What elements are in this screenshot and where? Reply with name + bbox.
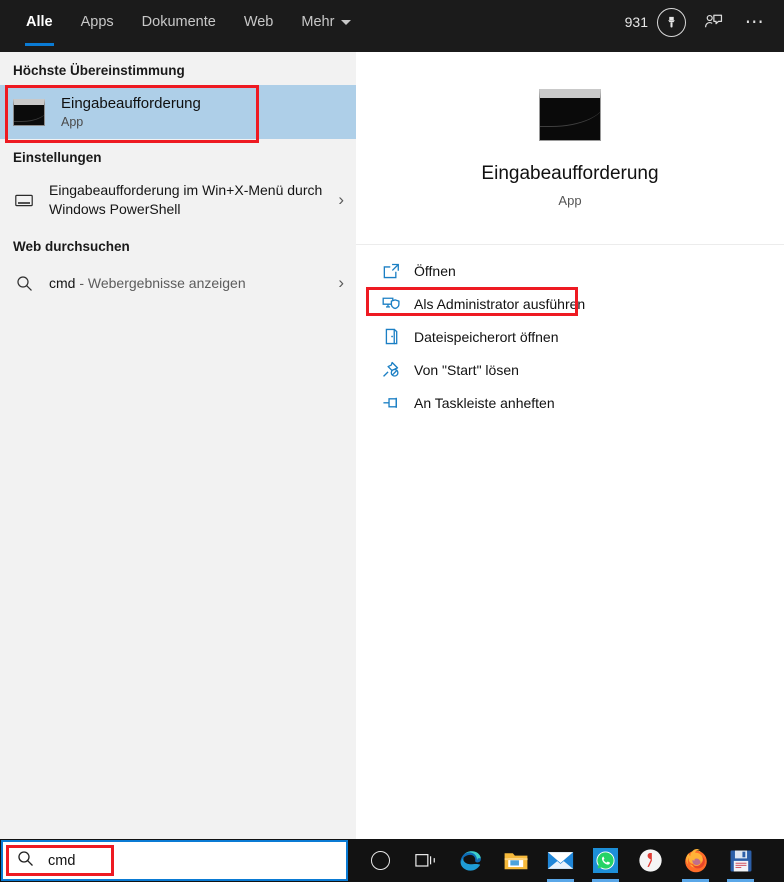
shield-admin-icon [378, 296, 404, 312]
action-run-as-administrator[interactable]: Als Administrator ausführen [356, 287, 784, 320]
tab-web[interactable]: Web [230, 0, 288, 44]
section-best-match-label: Höchste Übereinstimmung [13, 63, 185, 78]
preview-app-type: App [558, 192, 582, 208]
ellipsis-icon[interactable]: ⋯ [740, 8, 770, 36]
console-window-icon [13, 98, 45, 126]
web-search-result[interactable]: cmd - Webergebnisse anzeigen › [0, 261, 356, 305]
header-tabs: Alle Apps Dokumente Web Mehr [0, 0, 365, 46]
mail-icon[interactable] [538, 839, 583, 882]
web-search-suffix: - Webergebnisse anzeigen [75, 275, 246, 291]
action-label: Von "Start" lösen [414, 361, 519, 378]
web-search-label: cmd - Webergebnisse anzeigen [49, 275, 332, 291]
preview-pane: Eingabeaufforderung App Öffnen Als Admin… [356, 52, 784, 839]
app-preview-header: Eingabeaufforderung App [356, 52, 784, 245]
action-label: An Taskleiste anheften [414, 394, 555, 411]
settings-item-label: Eingabeaufforderung im Win+X-Menü durch … [49, 182, 323, 217]
console-window-icon [539, 88, 601, 141]
preview-app-title: Eingabeaufforderung [481, 162, 659, 184]
rewards-medal-icon [657, 7, 686, 37]
chevron-down-icon [341, 19, 352, 25]
search-icon [13, 275, 35, 292]
results-pane: Höchste Übereinstimmung Eingabeaufforder… [0, 52, 356, 839]
tab-label: Mehr [301, 14, 335, 30]
tab-mehr[interactable]: Mehr [287, 0, 365, 44]
section-settings-label: Einstellungen [13, 150, 102, 165]
tab-label: Web [243, 14, 274, 30]
edge-browser-icon[interactable] [448, 839, 493, 882]
chevron-right-icon[interactable]: › [338, 273, 344, 293]
header-actions: 931 ⋯ [625, 0, 784, 44]
search-icon [17, 850, 34, 872]
file-explorer-icon[interactable] [493, 839, 538, 882]
rewards-count: 931 [624, 14, 648, 30]
taskbar-buttons [358, 839, 763, 882]
save-floppy-icon[interactable] [718, 839, 763, 882]
action-open[interactable]: Öffnen [356, 254, 784, 287]
tab-label: Alle [26, 14, 53, 30]
taskbar: cmd [0, 839, 784, 882]
action-label: Öffnen [414, 262, 456, 279]
web-search-query: cmd [49, 275, 76, 291]
tab-apps[interactable]: Apps [67, 0, 128, 44]
tab-alle[interactable]: Alle [12, 0, 67, 46]
open-external-icon [378, 263, 404, 279]
action-label: Dateispeicherort öffnen [414, 328, 559, 345]
task-view-icon[interactable] [403, 839, 448, 882]
search-header: Alle Apps Dokumente Web Mehr 931 ⋯ [0, 0, 784, 52]
tab-label: Apps [80, 14, 114, 30]
action-label: Als Administrator ausführen [414, 295, 586, 312]
best-match-title: Eingabeaufforderung [61, 94, 201, 112]
search-input[interactable]: cmd [1, 840, 348, 881]
app-actions-list: Öffnen Als Administrator ausführen Datei… [356, 245, 784, 419]
settings-switch-icon [13, 194, 35, 207]
best-match-texts: Eingabeaufforderung App [61, 95, 201, 130]
best-match-subtitle: App [61, 114, 84, 129]
tab-dokumente[interactable]: Dokumente [128, 0, 230, 44]
unpin-icon [378, 361, 404, 378]
best-match-result[interactable]: Eingabeaufforderung App [0, 85, 356, 139]
action-open-file-location[interactable]: Dateispeicherort öffnen [356, 320, 784, 353]
action-unpin-from-start[interactable]: Von "Start" lösen [356, 353, 784, 386]
section-web-label: Web durchsuchen [13, 239, 130, 254]
rewards-button[interactable]: 931 [624, 7, 686, 37]
feedback-person-icon[interactable] [698, 8, 728, 36]
action-pin-to-taskbar[interactable]: An Taskleiste anheften [356, 386, 784, 419]
search-input-value: cmd [48, 852, 76, 869]
tab-label: Dokumente [141, 14, 216, 30]
firefox-browser-icon[interactable] [673, 839, 718, 882]
folder-location-icon [378, 328, 404, 345]
cortana-icon[interactable] [358, 839, 403, 882]
yandex-browser-icon[interactable] [628, 839, 673, 882]
settings-result-item[interactable]: Eingabeaufforderung im Win+X-Menü durch … [0, 172, 356, 228]
pin-taskbar-icon [378, 396, 404, 410]
whatsapp-icon[interactable] [583, 839, 628, 882]
chevron-right-icon[interactable]: › [338, 190, 344, 210]
